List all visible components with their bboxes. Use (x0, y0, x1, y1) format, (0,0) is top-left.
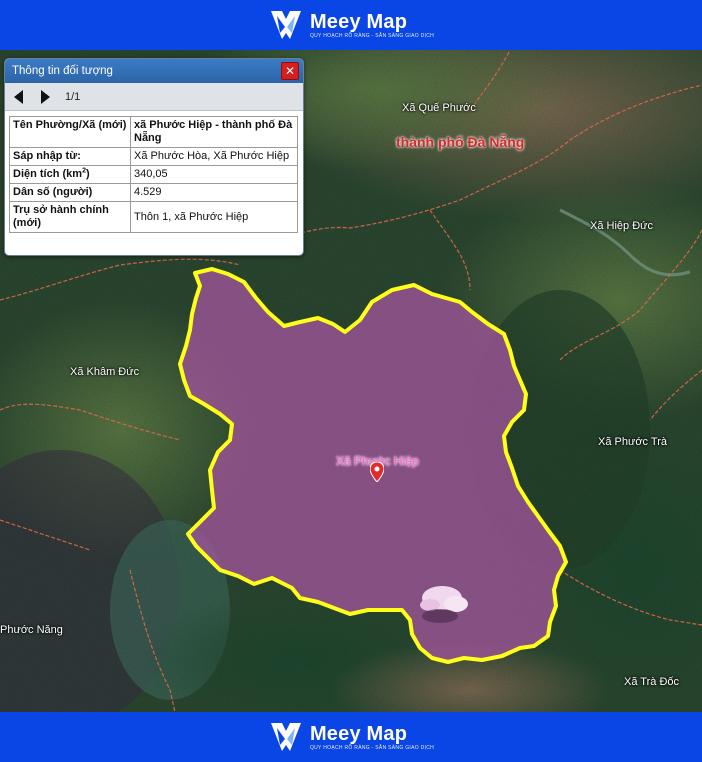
map-pin-icon[interactable] (370, 462, 384, 482)
row-value: Xã Phước Hòa, Xã Phước Hiệp (130, 147, 298, 166)
map-app: Meey Map QUY HOẠCH RÕ RÀNG - SẴN SÀNG GI… (0, 0, 702, 762)
previous-button[interactable] (11, 89, 27, 105)
label-phuoc-tra[interactable]: Xã Phước Trà (598, 436, 667, 448)
info-table: Tên Phường/Xã (mới) xã Phước Hiệp - thàn… (9, 116, 298, 233)
table-row: Diện tích (km2) 340,05 (9, 165, 298, 184)
table-row: Tên Phường/Xã (mới) xã Phước Hiệp - thàn… (9, 116, 298, 148)
brand-logo-group: Meey Map QUY HOẠCH RÕ RÀNG - SẴN SÀNG GI… (268, 7, 434, 43)
caret-left-icon (14, 89, 23, 104)
row-value: Thôn 1, xã Phước Hiệp (130, 201, 298, 233)
top-brand-bar: Meey Map QUY HOẠCH RÕ RÀNG - SẴN SÀNG GI… (0, 0, 702, 50)
table-row: Sáp nhập từ: Xã Phước Hòa, Xã Phước Hiệp (9, 147, 298, 166)
feature-info-panel: Thông tin đối tượng ✕ 1/1 Tên Phường/Xã … (4, 58, 304, 256)
panel-pager: 1/1 (5, 83, 303, 111)
row-key: Trụ sở hành chính (mới) (9, 201, 131, 233)
table-row: Dân số (người) 4.529 (9, 183, 298, 202)
row-key-main: Diện tích (km (13, 168, 83, 180)
brand-tagline: QUY HOẠCH RÕ RÀNG - SẴN SÀNG GIAO DỊCH (309, 32, 435, 39)
close-icon: ✕ (284, 64, 296, 78)
meey-logo-icon (270, 723, 301, 751)
label-kham-duc[interactable]: Xã Khâm Đức (70, 366, 139, 378)
close-button[interactable]: ✕ (281, 62, 299, 80)
brand-tagline: QUY HOẠCH RÕ RÀNG - SẴN SÀNG GIAO DỊCH (309, 744, 435, 751)
row-value: 4.529 (130, 183, 298, 202)
brand-logo-group: Meey Map QUY HOẠCH RÕ RÀNG - SẴN SÀNG GI… (268, 719, 434, 755)
label-da-nang[interactable]: thành phố Đà Nẵng (396, 134, 524, 150)
bottom-brand-bar: Meey Map QUY HOẠCH RÕ RÀNG - SẴN SÀNG GI… (0, 712, 702, 762)
row-key-tail: ) (85, 168, 90, 180)
brand-name: Meey Map (309, 10, 408, 33)
row-key: Sáp nhập từ: (9, 147, 131, 166)
pager-count: 1/1 (65, 90, 81, 103)
row-key: Dân số (người) (9, 183, 131, 202)
panel-header: Thông tin đối tượng ✕ (5, 59, 303, 83)
row-value: 340,05 (130, 165, 298, 184)
caret-right-icon (41, 89, 50, 104)
row-key: Tên Phường/Xã (mới) (9, 116, 131, 148)
label-hiep-duc[interactable]: Xã Hiệp Đức (590, 220, 653, 232)
row-key: Diện tích (km2) (9, 165, 131, 184)
panel-title: Thông tin đối tượng (12, 65, 113, 77)
label-que-phuoc[interactable]: Xã Quế Phước (402, 102, 476, 114)
meey-logo-icon (270, 11, 301, 39)
brand-name: Meey Map (309, 722, 408, 745)
brand-text: Meey Map QUY HOẠCH RÕ RÀNG - SẴN SÀNG GI… (310, 11, 434, 40)
table-row: Trụ sở hành chính (mới) Thôn 1, xã Phước… (9, 201, 298, 233)
row-value: xã Phước Hiệp - thành phố Đà Nẵng (130, 116, 298, 148)
next-button[interactable] (37, 89, 53, 105)
label-tra-doc[interactable]: Xã Trà Đốc (624, 676, 679, 688)
brand-text: Meey Map QUY HOẠCH RÕ RÀNG - SẴN SÀNG GI… (310, 723, 434, 752)
label-phuoc-nang[interactable]: Phước Năng (0, 624, 63, 636)
